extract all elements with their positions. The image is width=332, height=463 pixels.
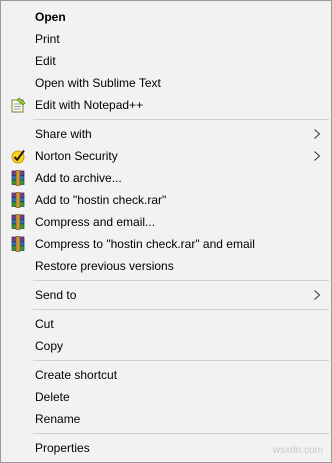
menu-item-print[interactable]: Print: [1, 28, 331, 50]
menu-item-label: Edit: [35, 54, 56, 68]
menu-item-delete[interactable]: Delete: [1, 386, 331, 408]
chevron-right-icon: [314, 151, 321, 161]
menu-item-label: Rename: [35, 412, 81, 426]
norton-check-icon: [11, 149, 25, 164]
menu-item-label: Cut: [35, 317, 54, 331]
chevron-right-icon: [314, 290, 321, 300]
menu-item-label: Open with Sublime Text: [35, 76, 161, 90]
menu-separator: [33, 433, 329, 434]
menu-item-label: Open: [35, 10, 66, 24]
menu-item-label: Add to "hostin check.rar": [35, 193, 167, 207]
menu-item-rename[interactable]: Rename: [1, 408, 331, 430]
menu-separator: [33, 309, 329, 310]
menu-item-open[interactable]: Open: [1, 6, 331, 28]
menu-item-label: Compress and email...: [35, 215, 156, 229]
winrar-books-icon: [11, 170, 25, 186]
winrar-books-icon: [11, 236, 25, 252]
menu-item-compress-and-email[interactable]: Compress and email...: [1, 211, 331, 233]
menu-item-cut[interactable]: Cut: [1, 313, 331, 335]
menu-item-open-with-sublime[interactable]: Open with Sublime Text: [1, 72, 331, 94]
menu-item-send-to[interactable]: Send to: [1, 284, 331, 306]
menu-separator: [33, 280, 329, 281]
menu-item-restore-previous-versions[interactable]: Restore previous versions: [1, 255, 331, 277]
notepad-plus-plus-icon: [11, 97, 26, 113]
watermark-text: wsxdn.com: [272, 445, 323, 456]
menu-item-label: Add to archive...: [35, 171, 122, 185]
context-menu: Open Print Edit Open with Sublime Text E…: [0, 0, 332, 463]
menu-item-label: Compress to "hostin check.rar" and email: [35, 237, 255, 251]
menu-separator: [33, 360, 329, 361]
menu-item-label: Properties: [35, 441, 90, 455]
menu-item-norton-security[interactable]: Norton Security: [1, 145, 331, 167]
menu-item-label: Delete: [35, 390, 70, 404]
winrar-books-icon: [11, 192, 25, 208]
menu-item-copy[interactable]: Copy: [1, 335, 331, 357]
menu-item-edit-with-notepad[interactable]: Edit with Notepad++: [1, 94, 331, 116]
menu-item-share-with[interactable]: Share with: [1, 123, 331, 145]
menu-item-label: Copy: [35, 339, 64, 353]
menu-item-label: Edit with Notepad++: [35, 98, 144, 112]
chevron-right-icon: [314, 129, 321, 139]
menu-item-edit[interactable]: Edit: [1, 50, 331, 72]
menu-item-label: Send to: [35, 288, 77, 302]
menu-separator: [33, 119, 329, 120]
menu-item-label: Restore previous versions: [35, 259, 174, 273]
menu-item-add-to-archive[interactable]: Add to archive...: [1, 167, 331, 189]
menu-item-create-shortcut[interactable]: Create shortcut: [1, 364, 331, 386]
menu-item-label: Share with: [35, 127, 92, 141]
menu-item-add-to-rar[interactable]: Add to "hostin check.rar": [1, 189, 331, 211]
menu-item-label: Print: [35, 32, 60, 46]
menu-item-compress-rar-and-email[interactable]: Compress to "hostin check.rar" and email: [1, 233, 331, 255]
menu-item-label: Norton Security: [35, 149, 118, 163]
menu-item-label: Create shortcut: [35, 368, 118, 382]
winrar-books-icon: [11, 214, 25, 230]
